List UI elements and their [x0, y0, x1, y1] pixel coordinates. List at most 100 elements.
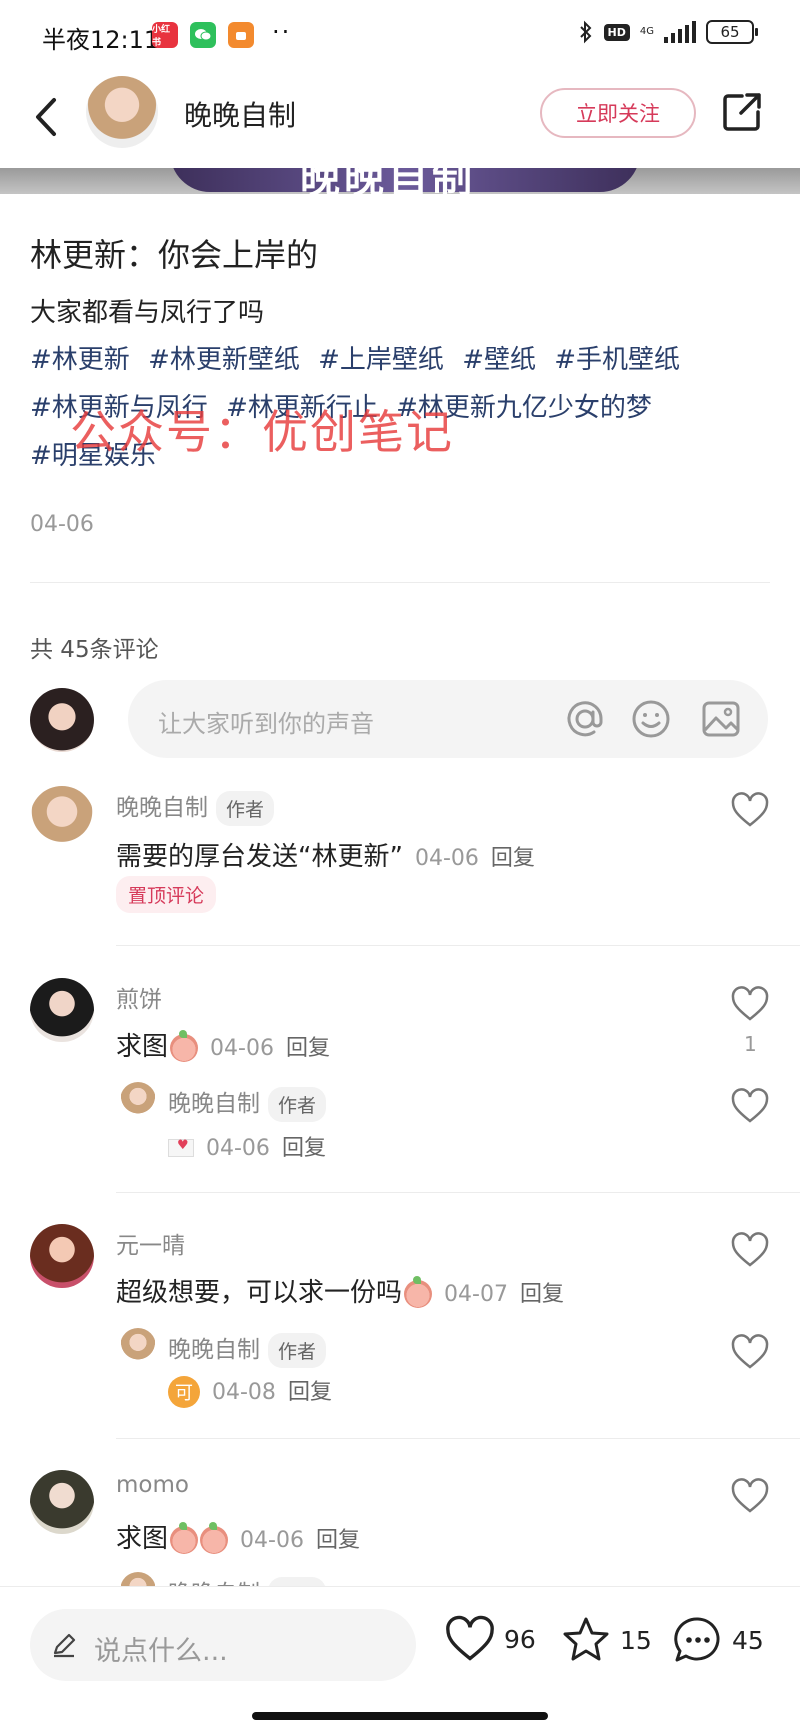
comment-text: 求图 04-06 回复 — [116, 1521, 360, 1554]
comment-text: 超级想要，可以求一份吗 04-07 回复 — [116, 1275, 564, 1308]
say-something-input[interactable]: 说点什么... — [30, 1609, 416, 1681]
pinned-comment-badge: 置顶评论 — [116, 876, 217, 913]
reply-text: 04-06 回复 — [168, 1130, 326, 1162]
like-heart-icon[interactable] — [730, 986, 770, 1022]
pen-icon — [53, 1633, 76, 1658]
bottom-action-bar: 说点什么... 96 15 45 — [0, 1586, 800, 1733]
watermark-text: 公众号：优创笔记 — [70, 405, 454, 459]
mention-icon[interactable] — [564, 698, 606, 740]
taobao-app-icon — [228, 22, 254, 48]
author-tag: 作者 — [216, 791, 275, 826]
divider — [30, 582, 770, 583]
commenter-avatar[interactable] — [30, 978, 94, 1042]
like-count: 96 — [504, 1624, 536, 1654]
comment-date: 04-06 — [414, 846, 479, 871]
post-body: 大家都看与凤行了吗 — [30, 298, 265, 328]
post-header: 晚晚自制 立即关注 — [0, 70, 800, 170]
like-heart-icon[interactable] — [730, 1232, 770, 1268]
comment-date: 04-06 — [240, 1528, 304, 1553]
like-heart-icon[interactable] — [730, 1088, 770, 1124]
post-title: 林更新：你会上岸的 — [30, 236, 319, 274]
favorite-count: 15 — [620, 1625, 652, 1655]
comment-date: 04-06 — [210, 1036, 274, 1061]
image-icon[interactable] — [700, 698, 742, 740]
author-name[interactable]: 晚晚自制 — [184, 94, 296, 134]
commenter-name[interactable]: momo — [116, 1472, 189, 1498]
commenter-name[interactable]: 煎饼 — [116, 980, 162, 1014]
comment-date: 04-06 — [206, 1136, 270, 1161]
more-notifications-icon: ·· — [272, 18, 292, 46]
commenter-avatar[interactable] — [30, 1224, 94, 1288]
reply-avatar[interactable] — [120, 1328, 156, 1364]
status-time: 半夜12:11 — [42, 26, 160, 54]
like-count: 1 — [744, 1032, 757, 1056]
peach-emoji-icon — [170, 1029, 199, 1062]
wechat-app-icon — [190, 22, 216, 48]
peach-emoji-icon — [170, 1521, 199, 1554]
battery-icon: 65 — [706, 20, 758, 44]
commenter-name[interactable]: 晚晚自制 作者 — [116, 788, 275, 826]
my-avatar — [30, 688, 94, 752]
divider — [116, 945, 800, 946]
author-tag: 作者 — [268, 1087, 327, 1122]
comment-bubble-icon — [674, 1617, 720, 1662]
hd-badge: HD — [603, 23, 630, 41]
comment-input[interactable]: 让大家听到你的声音 — [128, 680, 768, 758]
home-indicator — [252, 1712, 548, 1720]
reply-button[interactable]: 回复 — [282, 1136, 326, 1161]
comment-date: 04-08 — [212, 1380, 276, 1405]
reply-button[interactable]: 回复 — [520, 1282, 564, 1307]
share-icon[interactable] — [720, 90, 764, 134]
image-overlay-text: 晚晚自制 — [300, 168, 476, 194]
commenter-avatar[interactable] — [30, 1470, 94, 1534]
post-date: 04-06 — [30, 512, 94, 537]
say-something-placeholder: 说点什么... — [94, 1636, 228, 1667]
status-bar: 半夜12:11 小红书 ·· HD 4G 65 — [0, 0, 800, 70]
reply-avatar[interactable] — [120, 1082, 156, 1118]
back-arrow-icon[interactable] — [26, 92, 66, 142]
signal-icon — [664, 21, 696, 43]
author-avatar[interactable] — [86, 76, 158, 148]
reply-text: 可 04-08 回复 — [168, 1374, 332, 1408]
like-heart-icon[interactable] — [730, 1478, 770, 1514]
love-letter-emoji-icon — [168, 1138, 194, 1157]
like-post-button[interactable]: 96 — [444, 1615, 536, 1663]
network-type: 4G — [639, 26, 654, 37]
follow-button[interactable]: 立即关注 — [540, 88, 696, 138]
tag-link[interactable]: #林更新壁纸 — [148, 345, 300, 375]
comment-count-bottom: 45 — [732, 1625, 764, 1655]
author-tag: 作者 — [268, 1333, 327, 1368]
reply-button[interactable]: 回复 — [316, 1528, 360, 1553]
bluetooth-icon — [579, 20, 591, 44]
like-heart-icon[interactable] — [730, 792, 770, 828]
comment-date: 04-07 — [444, 1282, 508, 1307]
reply-button[interactable]: 回复 — [286, 1036, 330, 1061]
comment-input-placeholder: 让大家听到你的声音 — [158, 710, 374, 738]
divider — [116, 1438, 800, 1439]
emoji-icon[interactable] — [630, 698, 672, 740]
reply-button[interactable]: 回复 — [491, 846, 535, 871]
comment-count: 共 45条评论 — [30, 637, 159, 663]
comment-text: 求图 04-06 回复 — [116, 1029, 330, 1062]
tag-link[interactable]: #林更新 — [30, 345, 130, 375]
heart-icon — [446, 1615, 494, 1661]
tag-link[interactable]: #手机壁纸 — [554, 345, 680, 375]
peach-emoji-icon — [404, 1275, 433, 1308]
like-heart-icon[interactable] — [730, 1334, 770, 1370]
ke-emoji-icon: 可 — [168, 1375, 200, 1408]
commenter-name[interactable]: 元一晴 — [116, 1226, 185, 1260]
divider — [116, 1192, 800, 1193]
favorite-post-button[interactable]: 15 — [560, 1615, 652, 1665]
reply-button[interactable]: 回复 — [288, 1380, 332, 1405]
commenter-avatar[interactable] — [30, 786, 94, 850]
comment-text: 需要的厚台发送“林更新” 04-06 回复 — [116, 842, 535, 872]
xiaohongshu-app-icon: 小红书 — [152, 22, 178, 48]
tag-link[interactable]: #壁纸 — [462, 345, 536, 375]
reply-name[interactable]: 晚晚自制作者 — [168, 1084, 327, 1122]
peach-emoji-icon — [200, 1521, 229, 1554]
comment-post-button[interactable]: 45 — [672, 1615, 764, 1665]
reply-name[interactable]: 晚晚自制作者 — [168, 1330, 327, 1368]
tag-link[interactable]: #上岸壁纸 — [318, 345, 444, 375]
post-image-bottom[interactable]: 晚晚自制 — [0, 168, 800, 194]
star-icon — [563, 1617, 609, 1661]
